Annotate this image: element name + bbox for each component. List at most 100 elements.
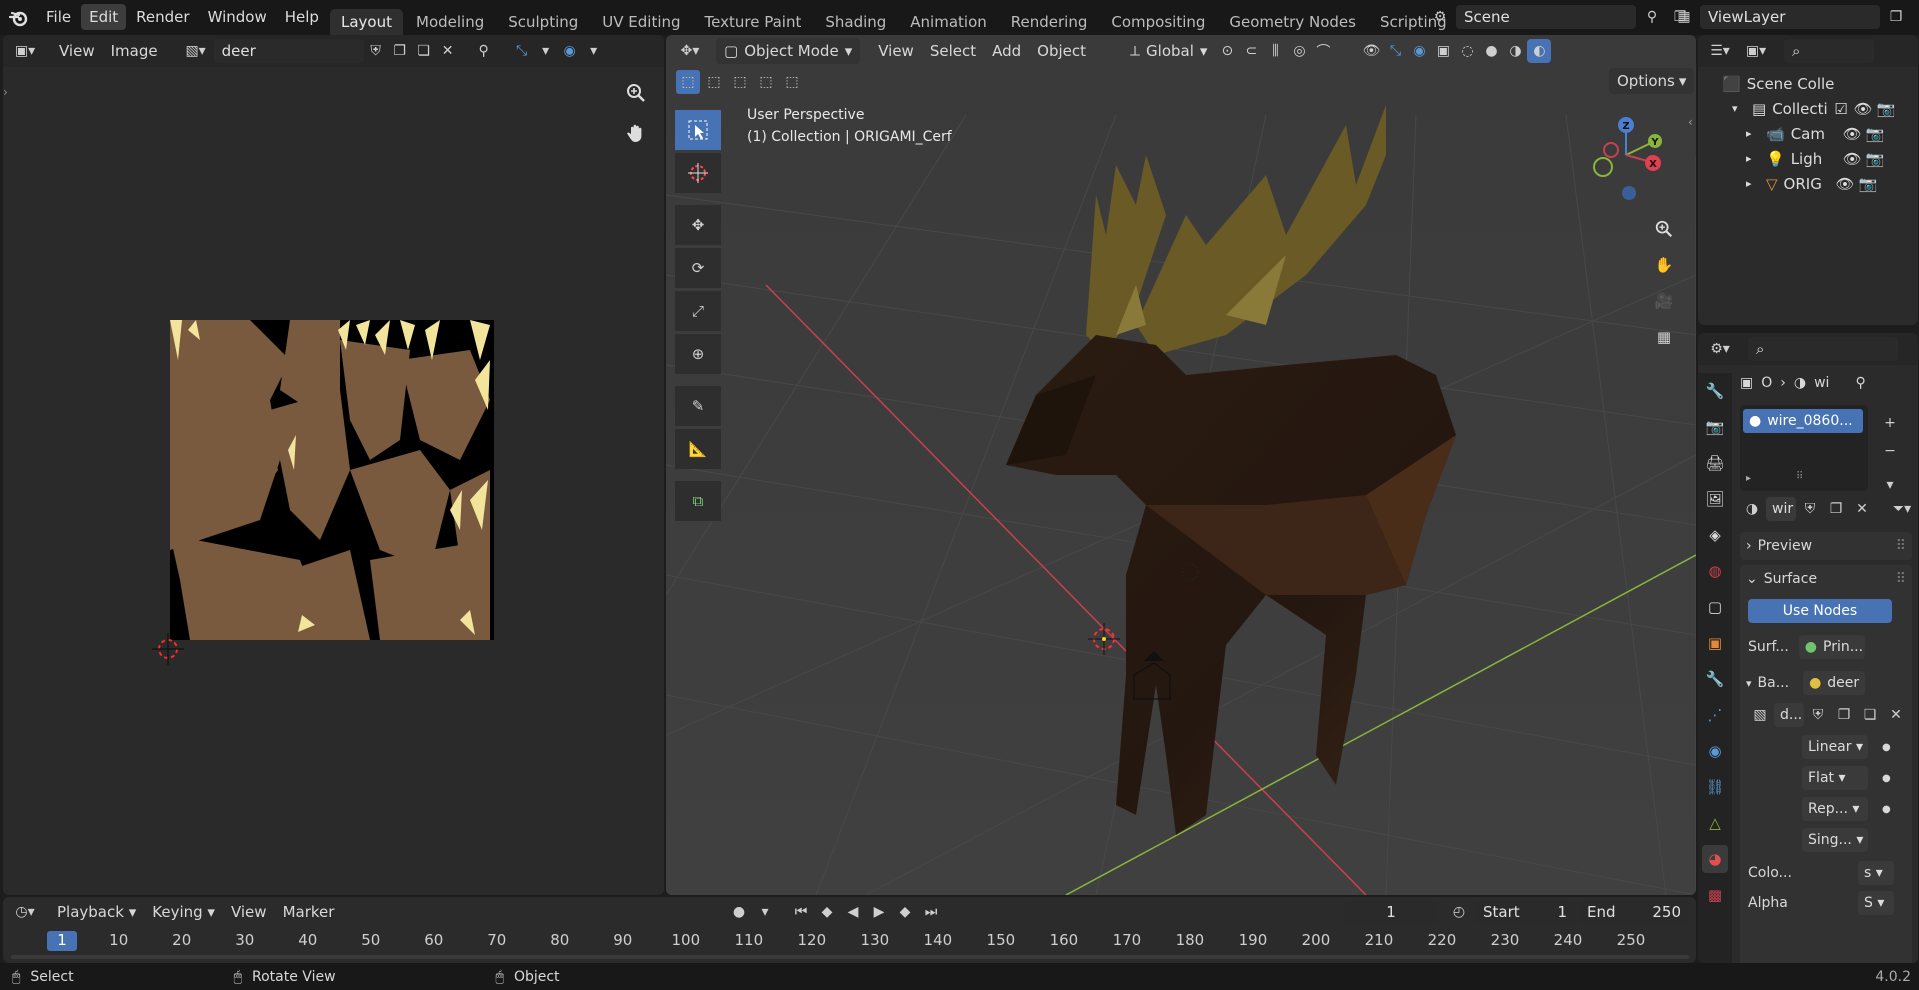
sidebar-expand-icon[interactable]: ›: [3, 85, 8, 99]
eye-icon[interactable]: 👁: [1843, 125, 1862, 143]
jump-end-icon[interactable]: ⏭: [919, 900, 943, 924]
select-new-icon[interactable]: ⬚: [676, 70, 700, 94]
view-layer-icon[interactable]: ▦: [1672, 5, 1696, 29]
expand-arrow-icon[interactable]: ▸: [1746, 177, 1760, 190]
image-browse-icon[interactable]: ▧▾: [184, 39, 208, 63]
timeline-editor-type-icon[interactable]: ◷▾: [13, 900, 37, 924]
pivot-icon[interactable]: ⊙: [1215, 39, 1239, 63]
zoom-icon[interactable]: [618, 75, 654, 111]
record-icon[interactable]: ●: [727, 900, 751, 924]
mode-selector[interactable]: ▢ Object Mode ▾: [716, 38, 861, 64]
alpha-dropdown[interactable]: S ▾: [1858, 891, 1894, 915]
pin-icon[interactable]: ⚲: [1855, 375, 1865, 391]
outliner-light-row[interactable]: ▸ 💡 Ligh 👁 📷: [1746, 146, 1895, 171]
image-name-field[interactable]: deer: [213, 39, 364, 63]
marker-menu[interactable]: Marker: [275, 899, 343, 925]
material-name-field[interactable]: wir: [1766, 497, 1796, 521]
remove-slot-button[interactable]: −: [1878, 439, 1902, 463]
extension-dropdown[interactable]: Rep... ▾: [1802, 797, 1868, 821]
blender-logo-icon[interactable]: [8, 7, 30, 29]
new-view-layer-icon[interactable]: ❐: [1884, 5, 1908, 29]
move-tool-icon[interactable]: ✥: [675, 205, 721, 245]
constraints-tab-icon[interactable]: ⛓: [1702, 773, 1728, 801]
slot-specials-icon[interactable]: ▾: [1878, 473, 1902, 497]
eye-icon[interactable]: 👁: [1836, 175, 1855, 193]
keying-menu[interactable]: Keying ▾: [144, 899, 223, 925]
tab-compositing[interactable]: Compositing: [1100, 9, 1216, 35]
drag-handle-icon[interactable]: ⠿: [1896, 538, 1906, 554]
timeline-scrollbar[interactable]: [11, 955, 1689, 959]
fake-user-icon[interactable]: ⛨: [1806, 703, 1830, 727]
open-image-icon[interactable]: ❏: [412, 39, 436, 63]
resize-handle-icon[interactable]: ⠿: [1796, 471, 1803, 482]
add-slot-button[interactable]: +: [1878, 411, 1902, 435]
view-layer-tab-icon[interactable]: 🖼: [1702, 485, 1728, 513]
outliner-search-field[interactable]: ⌕: [1784, 39, 1874, 63]
source-dropdown[interactable]: Sing... ▾: [1802, 828, 1868, 852]
render-camera-icon[interactable]: 📷: [1859, 175, 1878, 193]
xray-icon[interactable]: ▣: [1431, 39, 1455, 63]
remove-view-layer-icon[interactable]: ✕: [1912, 5, 1919, 29]
proportional-edit-icon[interactable]: ◎: [1287, 39, 1311, 63]
expand-arrow-icon[interactable]: ▸: [1746, 127, 1760, 140]
annotate-tool-icon[interactable]: ✎: [675, 386, 721, 426]
material-slot-list[interactable]: ● wire_0860... ▸ ⠿: [1740, 405, 1868, 491]
rotate-tool-icon[interactable]: ⟳: [675, 248, 721, 288]
material-slot-row[interactable]: ● wire_0860...: [1743, 409, 1863, 433]
scale-tool-icon[interactable]: ⤢: [675, 291, 721, 331]
playback-menu[interactable]: Playback ▾: [49, 899, 144, 925]
measure-tool-icon[interactable]: 📐: [675, 429, 721, 469]
visibility-icon[interactable]: 👁: [1359, 39, 1383, 63]
select-extend-icon[interactable]: ⬚: [702, 70, 726, 94]
preview-range-icon[interactable]: ◴: [1447, 900, 1471, 924]
viewport-pan-icon[interactable]: ✋: [1646, 247, 1682, 283]
pin-image-icon[interactable]: ⚲: [472, 39, 496, 63]
gizmo-toggle-icon[interactable]: ⤡: [510, 39, 534, 63]
physics-tab-icon[interactable]: ◉: [1702, 737, 1728, 765]
outliner-collection-row[interactable]: ▾ ▤ Collectio ☑ 👁 📷: [1732, 96, 1895, 121]
viewport-add-menu[interactable]: Add: [984, 38, 1029, 64]
sidebar-collapse-icon[interactable]: ‹: [1688, 115, 1693, 129]
options-dropdown[interactable]: Options ▾: [1609, 68, 1695, 94]
select-box-tool-icon[interactable]: [675, 110, 721, 150]
transform-orientation[interactable]: ⟂ Global ▾: [1122, 38, 1215, 64]
interpolation-dropdown[interactable]: Linear ▾: [1802, 735, 1868, 759]
open-image-icon[interactable]: ❏: [1858, 703, 1882, 727]
3d-viewport[interactable]: ✥▾ ▢ Object Mode ▾ View Select Add Objec…: [666, 35, 1696, 895]
checkbox-icon[interactable]: ☑: [1834, 100, 1847, 118]
image-browse-icon[interactable]: ▧: [1748, 703, 1772, 727]
menu-render[interactable]: Render: [128, 4, 197, 30]
gizmo-dropdown-icon[interactable]: ▾: [534, 39, 558, 63]
snap-icon[interactable]: ⊂: [1239, 39, 1263, 63]
frame-ruler[interactable]: 1 10 20 30 40 50 60 70 80 90 100 110 120 130 140 150 160…: [3, 931, 1696, 951]
viewport-zoom-icon[interactable]: [1646, 211, 1682, 247]
expand-arrow-icon[interactable]: ▾: [1732, 102, 1746, 115]
base-color-field[interactable]: ● deer: [1803, 671, 1866, 695]
image-editor-view-menu[interactable]: View: [51, 38, 103, 64]
view-layer-field[interactable]: ViewLayer: [1700, 5, 1880, 29]
pan-hand-icon[interactable]: [618, 115, 654, 151]
viewport-editor-type-icon[interactable]: ✥▾: [678, 39, 702, 63]
wireframe-shading-icon[interactable]: ◌: [1455, 39, 1479, 63]
record-options-icon[interactable]: ▾: [753, 900, 777, 924]
render-camera-icon[interactable]: 📷: [1866, 150, 1885, 168]
properties-search-field[interactable]: ⌕: [1748, 337, 1898, 361]
start-frame-field[interactable]: Start 1: [1475, 900, 1575, 924]
new-image-icon[interactable]: ❐: [1832, 703, 1856, 727]
overlay-toggle-icon[interactable]: ◉: [1407, 39, 1431, 63]
output-tab-icon[interactable]: 🖨: [1702, 449, 1728, 477]
prev-keyframe-icon[interactable]: ◆: [815, 900, 839, 924]
data-tab-icon[interactable]: △: [1702, 809, 1728, 837]
expand-arrow-icon[interactable]: ▸: [1746, 473, 1751, 484]
outliner-editor-type-icon[interactable]: ☰▾: [1708, 39, 1732, 63]
overlay-toggle-icon[interactable]: ◉: [558, 39, 582, 63]
image-field[interactable]: d...: [1774, 703, 1804, 727]
drag-handle-icon[interactable]: ⠿: [1896, 571, 1906, 587]
snap-settings-icon[interactable]: ⫼: [1263, 39, 1287, 63]
solid-shading-icon[interactable]: ●: [1479, 39, 1503, 63]
unlink-image-icon[interactable]: ✕: [1884, 703, 1908, 727]
eye-icon[interactable]: 👁: [1854, 100, 1873, 118]
duplicate-material-icon[interactable]: ❐: [1824, 497, 1848, 521]
tab-uv-editing[interactable]: UV Editing: [591, 9, 691, 35]
select-intersect-icon[interactable]: ⬚: [780, 70, 804, 94]
